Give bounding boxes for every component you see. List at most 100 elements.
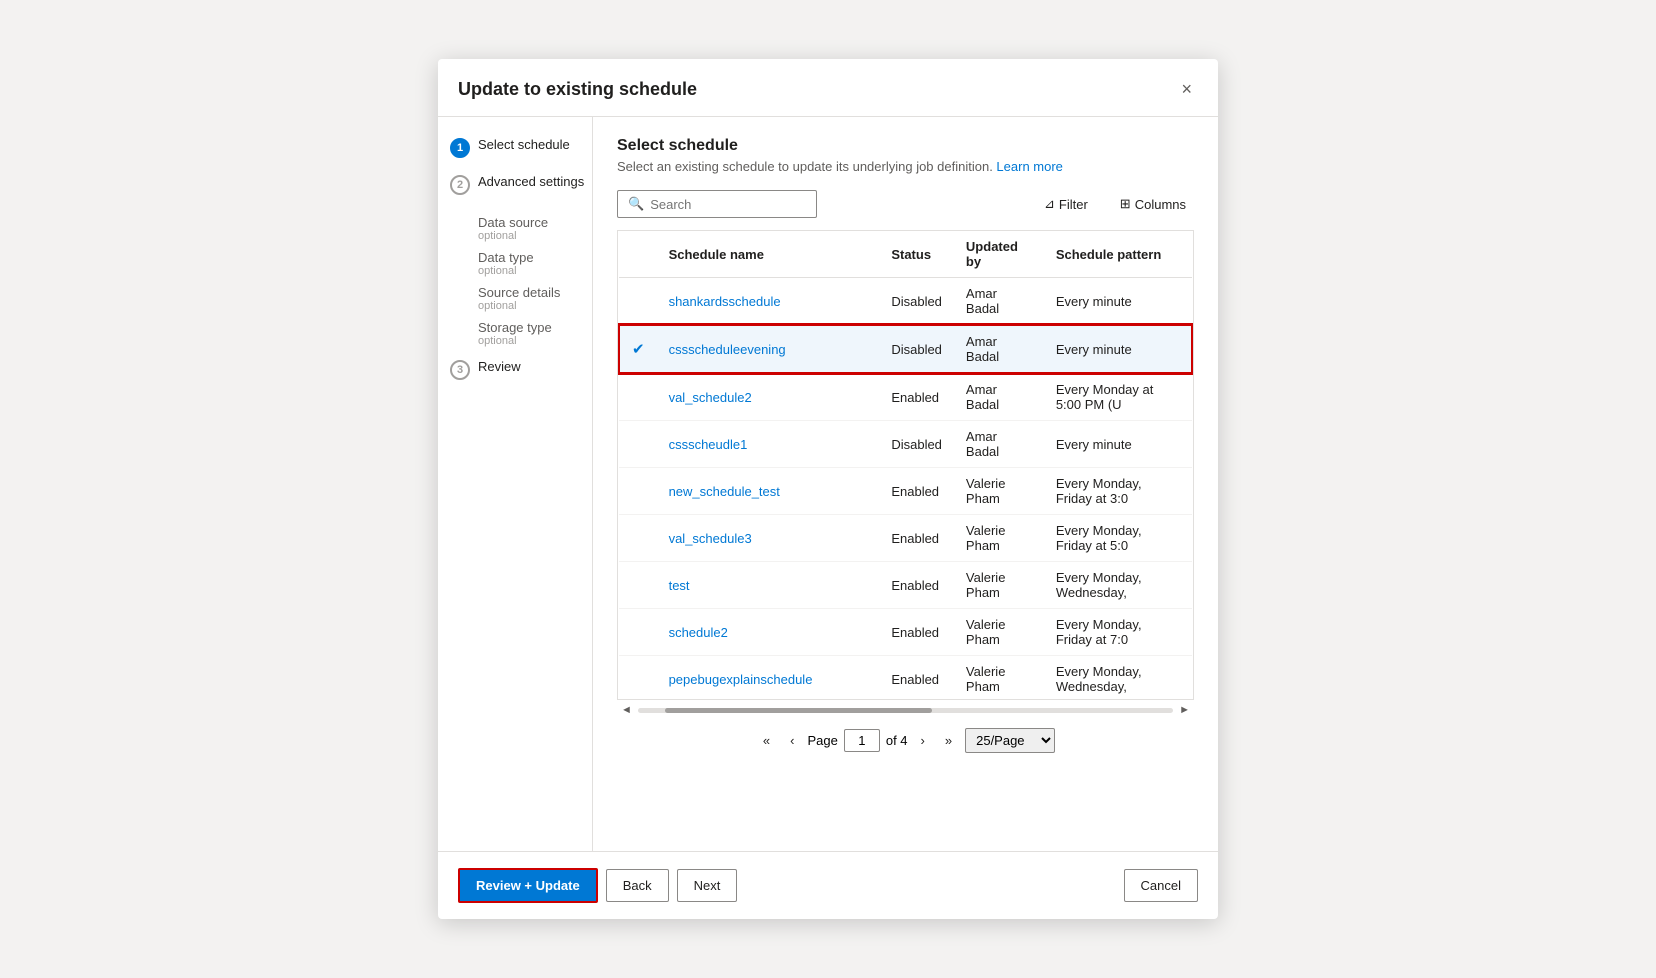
row-check-cell: ✔ [619,325,657,373]
table-row[interactable]: new_schedule_testEnabledValerie PhamEver… [619,468,1192,515]
pattern-cell: Every Monday at 5:00 PM (U [1044,373,1192,421]
schedule-name-cell[interactable]: new_schedule_test [657,468,880,515]
table-row[interactable]: shankardsscheduleDisabledAmar BadalEvery… [619,278,1192,326]
pagination: « ‹ Page of 4 › » 25/Page 50/Page 100/Pa… [617,728,1194,753]
horizontal-scroll-thumb [665,708,933,713]
schedule-table: Schedule name Status Updated by Schedule… [618,231,1193,700]
learn-more-link[interactable]: Learn more [996,159,1062,174]
row-check-cell [619,562,657,609]
main-content: Select schedule Select an existing sched… [593,117,1218,851]
dialog-header: Update to existing schedule × [438,59,1218,117]
footer: Review + Update Back Next Cancel [438,851,1218,919]
last-page-button[interactable]: » [938,729,959,752]
review-update-button[interactable]: Review + Update [458,868,598,903]
schedule-name-cell[interactable]: pepebugexplainschedule [657,656,880,701]
schedule-name-cell[interactable]: cssscheudle1 [657,421,880,468]
col-pattern: Schedule pattern [1044,231,1192,278]
sidebar-sub-storagetype: Storage type optional [450,316,592,351]
step-label-3: Review [478,359,521,374]
row-check-cell [619,373,657,421]
per-page-select[interactable]: 25/Page 50/Page 100/Page [965,728,1055,753]
pattern-cell: Every minute [1044,421,1192,468]
columns-button[interactable]: ⊞ Columns [1112,192,1194,216]
col-schedule-name: Schedule name [657,231,880,278]
page-label: Page [807,733,837,748]
col-select [619,231,657,278]
row-check-cell [619,609,657,656]
status-cell: Disabled [879,421,954,468]
scroll-left-button[interactable]: ◄ [617,702,636,718]
schedule-name-cell[interactable]: cssscheduleevening [657,325,880,373]
updated-by-cell: Valerie Pham [954,515,1044,562]
schedule-name-cell[interactable]: val_schedule2 [657,373,880,421]
sidebar-step-3: 3 Review [450,359,592,380]
step-label-2: Advanced settings [478,174,584,189]
page-number-input[interactable] [844,729,880,752]
table-row[interactable]: pepebugexplainscheduleEnabledValerie Pha… [619,656,1192,701]
pattern-cell: Every Monday, Friday at 7:0 [1044,609,1192,656]
row-check-cell [619,515,657,562]
schedule-table-container: Schedule name Status Updated by Schedule… [617,230,1194,700]
search-icon: 🔍 [628,196,644,212]
table-row[interactable]: cssscheudle1DisabledAmar BadalEvery minu… [619,421,1192,468]
filter-icon: ⊿ [1044,196,1055,212]
schedule-name-cell[interactable]: schedule2 [657,609,880,656]
updated-by-cell: Valerie Pham [954,656,1044,701]
table-row[interactable]: val_schedule3EnabledValerie PhamEvery Mo… [619,515,1192,562]
prev-page-button[interactable]: ‹ [783,729,801,752]
table-row[interactable]: ✔cssscheduleeveningDisabledAmar BadalEve… [619,325,1192,373]
table-row[interactable]: schedule2EnabledValerie PhamEvery Monday… [619,609,1192,656]
row-check-cell [619,468,657,515]
sidebar: 1 Select schedule 2 Advanced settings Da… [438,117,593,851]
schedule-name-cell[interactable]: test [657,562,880,609]
updated-by-cell: Valerie Pham [954,562,1044,609]
status-cell: Enabled [879,609,954,656]
status-cell: Enabled [879,373,954,421]
status-cell: Disabled [879,278,954,326]
check-icon: ✔ [632,341,645,358]
close-button[interactable]: × [1175,75,1198,104]
toolbar: 🔍 ⊿ Filter ⊞ Columns [617,190,1194,218]
horizontal-scroll-track[interactable] [638,708,1173,713]
dialog: Update to existing schedule × 1 Select s… [438,59,1218,919]
status-cell: Enabled [879,468,954,515]
table-header-row: Schedule name Status Updated by Schedule… [619,231,1192,278]
main-title: Select schedule [617,137,1194,155]
of-pages-label: of 4 [886,733,908,748]
pattern-cell: Every Monday, Friday at 5:0 [1044,515,1192,562]
dialog-title: Update to existing schedule [458,79,697,100]
table-row[interactable]: val_schedule2EnabledAmar BadalEvery Mond… [619,373,1192,421]
dialog-body: 1 Select schedule 2 Advanced settings Da… [438,117,1218,851]
updated-by-cell: Valerie Pham [954,468,1044,515]
cancel-button[interactable]: Cancel [1124,869,1198,902]
updated-by-cell: Amar Badal [954,373,1044,421]
step-circle-2: 2 [450,175,470,195]
sidebar-sub-datasource: Data source optional [450,211,592,246]
back-button[interactable]: Back [606,869,669,902]
step-circle-3: 3 [450,360,470,380]
pattern-cell: Every minute [1044,278,1192,326]
toolbar-right: ⊿ Filter ⊞ Columns [1036,192,1194,216]
next-button[interactable]: Next [677,869,738,902]
step-label-1: Select schedule [478,137,570,152]
scroll-right-button[interactable]: ► [1175,702,1194,718]
table-body: shankardsscheduleDisabledAmar BadalEvery… [619,278,1192,701]
filter-button[interactable]: ⊿ Filter [1036,192,1096,216]
next-page-button[interactable]: › [914,729,932,752]
schedule-name-cell[interactable]: val_schedule3 [657,515,880,562]
pattern-cell: Every Monday, Wednesday, [1044,656,1192,701]
row-check-cell [619,421,657,468]
main-subtitle: Select an existing schedule to update it… [617,159,1194,174]
table-row[interactable]: testEnabledValerie PhamEvery Monday, Wed… [619,562,1192,609]
search-box[interactable]: 🔍 [617,190,817,218]
sidebar-sub-datatype: Data type optional [450,246,592,281]
first-page-button[interactable]: « [756,729,777,752]
schedule-name-cell[interactable]: shankardsschedule [657,278,880,326]
pattern-cell: Every Monday, Wednesday, [1044,562,1192,609]
columns-icon: ⊞ [1120,196,1131,212]
updated-by-cell: Amar Badal [954,421,1044,468]
status-cell: Enabled [879,515,954,562]
search-input[interactable] [650,197,806,212]
row-check-cell [619,278,657,326]
status-cell: Enabled [879,656,954,701]
